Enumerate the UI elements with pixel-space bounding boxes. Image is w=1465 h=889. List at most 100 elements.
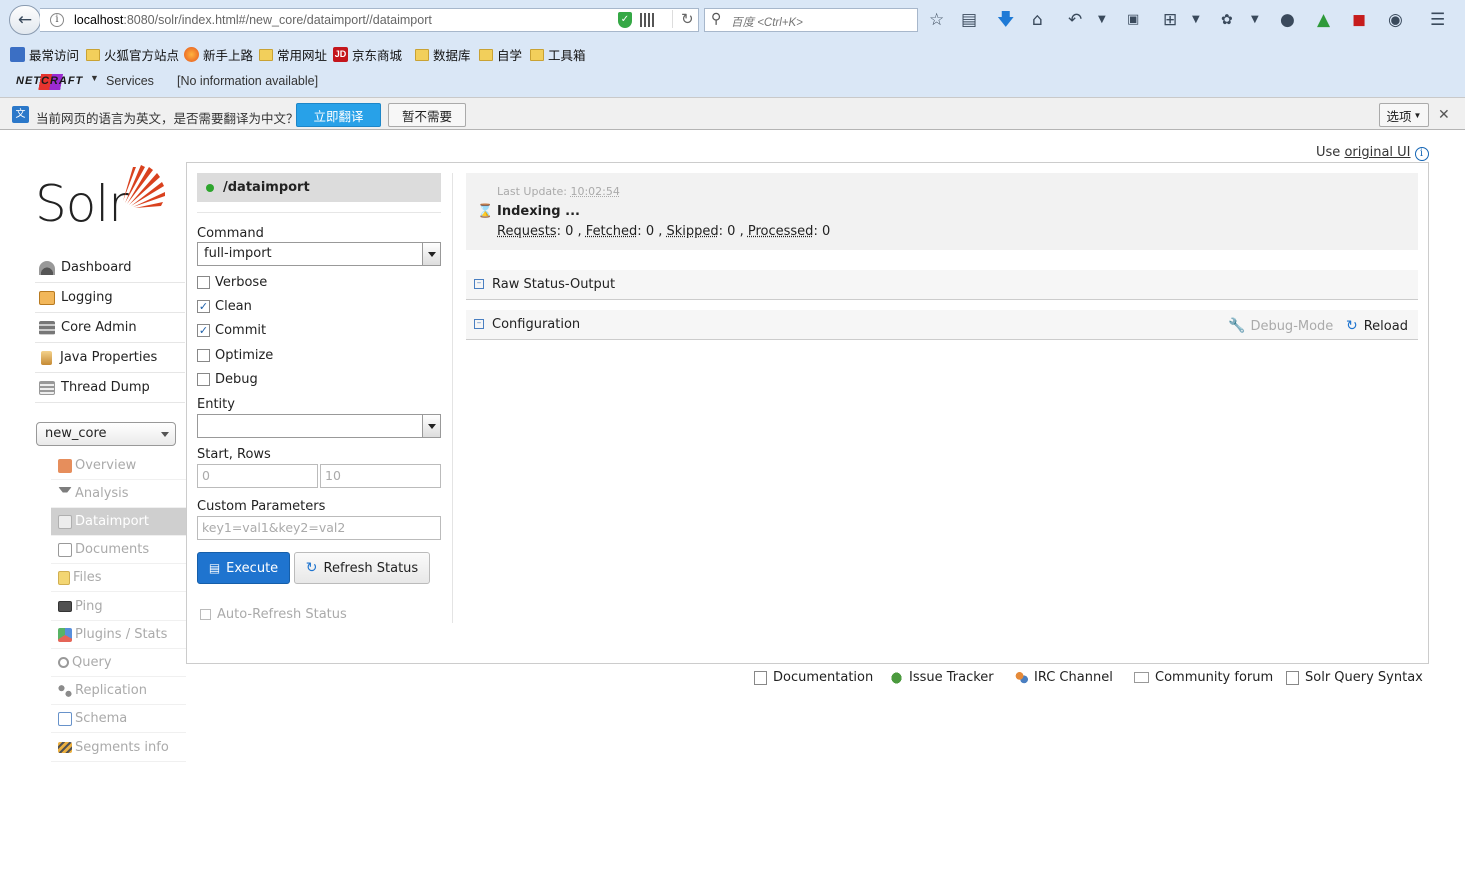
core-menu-overview[interactable]: Overview xyxy=(51,452,186,480)
core-menu-plugins-stats[interactable]: Plugins / Stats xyxy=(51,621,186,649)
translate-now-button[interactable]: 立即翻译 xyxy=(296,103,381,127)
logging-icon xyxy=(39,290,55,305)
execute-button[interactable]: ▤ Execute xyxy=(197,552,290,584)
undo-icon[interactable]: ↶ xyxy=(1068,10,1082,30)
bookmark-list-icon[interactable]: ▤ xyxy=(961,10,977,30)
chevron-down-icon: ▼ xyxy=(1413,110,1422,120)
bookmark-toolbox[interactable]: 工具箱 xyxy=(530,45,586,64)
entity-select[interactable] xyxy=(197,414,441,438)
refresh-icon[interactable]: ↻ xyxy=(672,10,694,28)
bookmark-getting-started[interactable]: 新手上路 xyxy=(184,45,253,64)
execute-icon: ▤ xyxy=(208,561,221,575)
import-status-panel: Last Update: 10:02:54 ⌛ Indexing ... Req… xyxy=(466,173,1418,250)
clean-checkbox[interactable]: ✓ xyxy=(197,300,210,313)
chevron-down-icon[interactable]: ▼ xyxy=(1192,10,1200,30)
solr-sun-icon xyxy=(123,165,165,208)
commit-checkbox[interactable]: ✓ xyxy=(197,324,210,337)
shield-icon[interactable]: ✓ xyxy=(618,12,632,28)
download-icon[interactable]: 🡇 xyxy=(997,10,1014,30)
bookmark-database[interactable]: 数据库 xyxy=(415,45,471,64)
core-menu-segments-info[interactable]: Segments info xyxy=(51,734,186,762)
raw-status-output-section[interactable]: – Raw Status-Output xyxy=(466,270,1418,300)
core-menu-documents[interactable]: Documents xyxy=(51,536,186,564)
core-menu-analysis[interactable]: Analysis xyxy=(51,480,186,508)
nav-thread-dump[interactable]: Thread Dump xyxy=(35,373,185,403)
firefox-icon xyxy=(184,47,199,62)
custom-parameters-input[interactable]: key1=val1&key2=val2 xyxy=(197,516,441,540)
command-select[interactable]: full-import xyxy=(197,242,441,266)
folder-icon xyxy=(259,48,273,61)
debug-option[interactable]: Debug xyxy=(197,372,258,387)
bookmark-self-study[interactable]: 自学 xyxy=(479,45,522,64)
optimize-checkbox[interactable] xyxy=(197,349,210,362)
core-selector[interactable]: new_core xyxy=(36,422,176,446)
nav-logging[interactable]: Logging xyxy=(35,283,185,313)
collapse-icon[interactable]: – xyxy=(474,279,484,289)
entity-label: Entity xyxy=(197,397,235,412)
not-needed-button[interactable]: 暂不需要 xyxy=(388,103,466,127)
dataimport-handler-header[interactable]: /dataimport xyxy=(197,173,441,202)
core-menu-dataimport[interactable]: Dataimport xyxy=(51,508,186,536)
chat-bubble-icon[interactable]: ● xyxy=(1280,10,1295,30)
translation-bar: 文 当前网页的语言为英文，是否需要翻译为中文？ 立即翻译 暂不需要 选项 ▼ ✕ xyxy=(0,97,1465,130)
navigation-toolbar: ← i localhost:8080/solr/index.html#/new_… xyxy=(0,0,1465,40)
chevron-down-icon[interactable]: ▼ xyxy=(1098,10,1106,30)
rows-input[interactable]: 10 xyxy=(320,464,441,488)
footer-issue-tracker[interactable]: Issue Tracker xyxy=(890,670,994,685)
refresh-status-button[interactable]: ↻ Refresh Status xyxy=(294,552,430,584)
netcraft-services[interactable]: Services xyxy=(106,74,154,88)
bookmark-firefox-site[interactable]: 火狐官方站点 xyxy=(86,45,179,64)
verbose-checkbox[interactable] xyxy=(197,276,210,289)
bookmark-most-visited[interactable]: 最常访问 xyxy=(10,45,79,64)
reader-icon[interactable]: ▣ xyxy=(1127,10,1139,30)
bookmark-common-sites[interactable]: 常用网址 xyxy=(259,45,327,64)
folder-icon xyxy=(530,48,544,61)
qr-code-icon[interactable] xyxy=(640,13,654,27)
netcraft-logo[interactable]: NETCRAFT xyxy=(12,74,82,90)
close-icon[interactable]: ✕ xyxy=(1438,106,1450,123)
verbose-option[interactable]: Verbose xyxy=(197,275,267,290)
search-bar[interactable]: ⚲ 百度 <Ctrl+K> xyxy=(704,8,918,32)
translate-options-button[interactable]: 选项 ▼ xyxy=(1379,103,1429,127)
auto-refresh-checkbox[interactable] xyxy=(200,609,211,620)
original-ui-link[interactable]: original UI xyxy=(1344,145,1410,160)
commit-option[interactable]: ✓ Commit xyxy=(197,323,266,338)
reload-button[interactable]: ↻ Reload xyxy=(1346,318,1408,334)
footer-irc-channel[interactable]: IRC Channel xyxy=(1015,670,1113,685)
nav-core-admin[interactable]: Core Admin xyxy=(35,313,185,343)
nav-dashboard[interactable]: Dashboard xyxy=(35,253,185,283)
bug-icon[interactable]: ✿ xyxy=(1221,10,1233,30)
chevron-down-icon[interactable]: ▼ xyxy=(1251,10,1259,30)
footer-solr-query-syntax[interactable]: Solr Query Syntax xyxy=(1286,670,1423,685)
site-info-icon[interactable]: i xyxy=(50,13,64,27)
home-icon[interactable]: ⌂ xyxy=(1032,10,1043,30)
dataimport-icon xyxy=(58,514,72,529)
java-icon xyxy=(41,350,52,365)
solr-logo[interactable]: Solr xyxy=(35,163,175,233)
footer-community-forum[interactable]: Community forum xyxy=(1134,670,1273,685)
chevron-down-icon[interactable]: ▼ xyxy=(90,73,99,83)
debug-checkbox[interactable] xyxy=(197,373,210,386)
footer-documentation[interactable]: Documentation xyxy=(754,670,873,685)
core-menu-schema[interactable]: Schema xyxy=(51,705,186,733)
color-picker-icon[interactable]: ◉ xyxy=(1388,10,1403,30)
info-icon[interactable]: i xyxy=(1414,147,1429,161)
clean-option[interactable]: ✓ Clean xyxy=(197,299,252,314)
debug-mode-button[interactable]: 🔧 Debug-Mode xyxy=(1228,318,1333,334)
hamburger-menu-icon[interactable]: ☰ xyxy=(1430,10,1445,30)
files-icon xyxy=(58,570,70,585)
optimize-option[interactable]: Optimize xyxy=(197,348,273,363)
url-bar[interactable]: i localhost:8080/solr/index.html#/new_co… xyxy=(40,8,699,32)
collapse-icon[interactable]: – xyxy=(474,319,484,329)
core-menu-files[interactable]: Files xyxy=(51,564,186,592)
auto-refresh-option[interactable]: Auto-Refresh Status xyxy=(200,607,347,622)
ublock-icon[interactable]: ◼ xyxy=(1352,10,1366,30)
bookmark-jd[interactable]: JD 京东商城 xyxy=(333,45,402,64)
star-icon[interactable]: ☆ xyxy=(929,10,944,30)
start-input[interactable]: 0 xyxy=(197,464,318,488)
core-menu-ping[interactable]: Ping xyxy=(51,593,186,621)
back-button[interactable]: ← xyxy=(9,5,41,35)
crop-icon[interactable]: ⊞ xyxy=(1163,10,1177,30)
extension-icon[interactable]: ▲ xyxy=(1317,10,1330,30)
nav-java-properties[interactable]: Java Properties xyxy=(35,343,185,373)
